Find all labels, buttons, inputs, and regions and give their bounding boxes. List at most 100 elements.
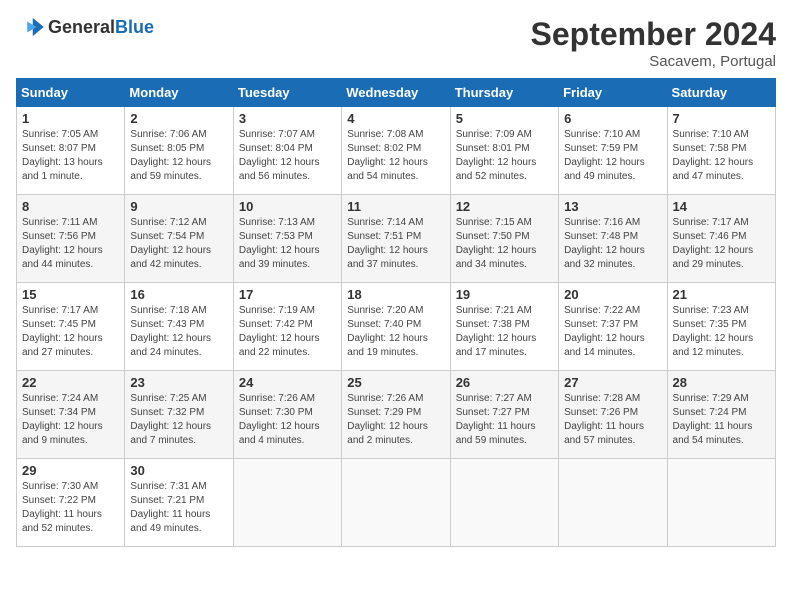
month-year-title: September 2024 — [531, 16, 776, 53]
day-number: 21 — [673, 287, 770, 302]
day-info: Sunrise: 7:15 AMSunset: 7:50 PMDaylight:… — [456, 217, 537, 270]
day-info: Sunrise: 7:07 AMSunset: 8:04 PMDaylight:… — [239, 129, 320, 182]
calendar-cell: 25 Sunrise: 7:26 AMSunset: 7:29 PMDaylig… — [342, 371, 450, 459]
logo-icon — [16, 16, 44, 38]
day-info: Sunrise: 7:22 AMSunset: 7:37 PMDaylight:… — [564, 305, 645, 358]
calendar-cell: 20 Sunrise: 7:22 AMSunset: 7:37 PMDaylig… — [559, 283, 667, 371]
day-info: Sunrise: 7:17 AMSunset: 7:45 PMDaylight:… — [22, 305, 103, 358]
header: GeneralBlue September 2024 Sacavem, Port… — [16, 16, 776, 70]
calendar-cell — [233, 459, 341, 547]
day-number: 16 — [130, 287, 227, 302]
day-info: Sunrise: 7:23 AMSunset: 7:35 PMDaylight:… — [673, 305, 754, 358]
calendar-cell — [342, 459, 450, 547]
day-number: 4 — [347, 111, 444, 126]
col-header-tuesday: Tuesday — [233, 79, 341, 107]
calendar-cell: 28 Sunrise: 7:29 AMSunset: 7:24 PMDaylig… — [667, 371, 775, 459]
calendar-cell: 9 Sunrise: 7:12 AMSunset: 7:54 PMDayligh… — [125, 195, 233, 283]
day-info: Sunrise: 7:17 AMSunset: 7:46 PMDaylight:… — [673, 217, 754, 270]
day-number: 7 — [673, 111, 770, 126]
day-info: Sunrise: 7:21 AMSunset: 7:38 PMDaylight:… — [456, 305, 537, 358]
day-info: Sunrise: 7:12 AMSunset: 7:54 PMDaylight:… — [130, 217, 211, 270]
day-number: 24 — [239, 375, 336, 390]
calendar-cell: 3 Sunrise: 7:07 AMSunset: 8:04 PMDayligh… — [233, 107, 341, 195]
calendar-header-row: SundayMondayTuesdayWednesdayThursdayFrid… — [17, 79, 776, 107]
day-info: Sunrise: 7:29 AMSunset: 7:24 PMDaylight:… — [673, 393, 753, 446]
calendar-week-row: 15 Sunrise: 7:17 AMSunset: 7:45 PMDaylig… — [17, 283, 776, 371]
day-number: 25 — [347, 375, 444, 390]
col-header-monday: Monday — [125, 79, 233, 107]
day-number: 19 — [456, 287, 553, 302]
calendar-cell: 10 Sunrise: 7:13 AMSunset: 7:53 PMDaylig… — [233, 195, 341, 283]
col-header-thursday: Thursday — [450, 79, 558, 107]
calendar-cell — [559, 459, 667, 547]
day-number: 12 — [456, 199, 553, 214]
calendar-cell: 8 Sunrise: 7:11 AMSunset: 7:56 PMDayligh… — [17, 195, 125, 283]
calendar-cell: 23 Sunrise: 7:25 AMSunset: 7:32 PMDaylig… — [125, 371, 233, 459]
day-number: 29 — [22, 463, 119, 478]
calendar-body: 1 Sunrise: 7:05 AMSunset: 8:07 PMDayligh… — [17, 107, 776, 547]
day-info: Sunrise: 7:06 AMSunset: 8:05 PMDaylight:… — [130, 129, 211, 182]
day-number: 2 — [130, 111, 227, 126]
day-info: Sunrise: 7:19 AMSunset: 7:42 PMDaylight:… — [239, 305, 320, 358]
day-number: 30 — [130, 463, 227, 478]
calendar-week-row: 29 Sunrise: 7:30 AMSunset: 7:22 PMDaylig… — [17, 459, 776, 547]
day-info: Sunrise: 7:08 AMSunset: 8:02 PMDaylight:… — [347, 129, 428, 182]
calendar-cell — [450, 459, 558, 547]
day-info: Sunrise: 7:16 AMSunset: 7:48 PMDaylight:… — [564, 217, 645, 270]
day-info: Sunrise: 7:30 AMSunset: 7:22 PMDaylight:… — [22, 481, 102, 534]
calendar-cell: 7 Sunrise: 7:10 AMSunset: 7:58 PMDayligh… — [667, 107, 775, 195]
day-info: Sunrise: 7:26 AMSunset: 7:30 PMDaylight:… — [239, 393, 320, 446]
calendar-cell: 24 Sunrise: 7:26 AMSunset: 7:30 PMDaylig… — [233, 371, 341, 459]
day-number: 10 — [239, 199, 336, 214]
day-number: 26 — [456, 375, 553, 390]
calendar-cell: 2 Sunrise: 7:06 AMSunset: 8:05 PMDayligh… — [125, 107, 233, 195]
day-number: 18 — [347, 287, 444, 302]
day-number: 3 — [239, 111, 336, 126]
day-number: 27 — [564, 375, 661, 390]
calendar-cell: 21 Sunrise: 7:23 AMSunset: 7:35 PMDaylig… — [667, 283, 775, 371]
calendar-week-row: 1 Sunrise: 7:05 AMSunset: 8:07 PMDayligh… — [17, 107, 776, 195]
day-info: Sunrise: 7:05 AMSunset: 8:07 PMDaylight:… — [22, 129, 103, 182]
calendar-cell: 17 Sunrise: 7:19 AMSunset: 7:42 PMDaylig… — [233, 283, 341, 371]
calendar-cell: 5 Sunrise: 7:09 AMSunset: 8:01 PMDayligh… — [450, 107, 558, 195]
day-info: Sunrise: 7:14 AMSunset: 7:51 PMDaylight:… — [347, 217, 428, 270]
calendar-cell: 30 Sunrise: 7:31 AMSunset: 7:21 PMDaylig… — [125, 459, 233, 547]
day-number: 1 — [22, 111, 119, 126]
day-info: Sunrise: 7:10 AMSunset: 7:58 PMDaylight:… — [673, 129, 754, 182]
calendar-week-row: 22 Sunrise: 7:24 AMSunset: 7:34 PMDaylig… — [17, 371, 776, 459]
day-number: 14 — [673, 199, 770, 214]
calendar-week-row: 8 Sunrise: 7:11 AMSunset: 7:56 PMDayligh… — [17, 195, 776, 283]
day-info: Sunrise: 7:10 AMSunset: 7:59 PMDaylight:… — [564, 129, 645, 182]
day-info: Sunrise: 7:24 AMSunset: 7:34 PMDaylight:… — [22, 393, 103, 446]
calendar-cell: 15 Sunrise: 7:17 AMSunset: 7:45 PMDaylig… — [17, 283, 125, 371]
day-number: 22 — [22, 375, 119, 390]
calendar-cell: 26 Sunrise: 7:27 AMSunset: 7:27 PMDaylig… — [450, 371, 558, 459]
day-number: 23 — [130, 375, 227, 390]
day-number: 5 — [456, 111, 553, 126]
title-block: September 2024 Sacavem, Portugal — [531, 16, 776, 70]
calendar-cell: 19 Sunrise: 7:21 AMSunset: 7:38 PMDaylig… — [450, 283, 558, 371]
day-info: Sunrise: 7:18 AMSunset: 7:43 PMDaylight:… — [130, 305, 211, 358]
calendar-cell: 13 Sunrise: 7:16 AMSunset: 7:48 PMDaylig… — [559, 195, 667, 283]
day-number: 17 — [239, 287, 336, 302]
day-info: Sunrise: 7:25 AMSunset: 7:32 PMDaylight:… — [130, 393, 211, 446]
day-number: 13 — [564, 199, 661, 214]
logo-text-blue: Blue — [115, 17, 154, 37]
col-header-wednesday: Wednesday — [342, 79, 450, 107]
day-info: Sunrise: 7:11 AMSunset: 7:56 PMDaylight:… — [22, 217, 103, 270]
calendar-cell: 22 Sunrise: 7:24 AMSunset: 7:34 PMDaylig… — [17, 371, 125, 459]
calendar-cell: 6 Sunrise: 7:10 AMSunset: 7:59 PMDayligh… — [559, 107, 667, 195]
calendar-cell: 18 Sunrise: 7:20 AMSunset: 7:40 PMDaylig… — [342, 283, 450, 371]
col-header-saturday: Saturday — [667, 79, 775, 107]
day-info: Sunrise: 7:28 AMSunset: 7:26 PMDaylight:… — [564, 393, 644, 446]
logo: GeneralBlue — [16, 16, 154, 38]
calendar-cell: 12 Sunrise: 7:15 AMSunset: 7:50 PMDaylig… — [450, 195, 558, 283]
day-number: 6 — [564, 111, 661, 126]
calendar-cell: 16 Sunrise: 7:18 AMSunset: 7:43 PMDaylig… — [125, 283, 233, 371]
calendar-cell: 1 Sunrise: 7:05 AMSunset: 8:07 PMDayligh… — [17, 107, 125, 195]
day-info: Sunrise: 7:13 AMSunset: 7:53 PMDaylight:… — [239, 217, 320, 270]
day-number: 9 — [130, 199, 227, 214]
day-number: 8 — [22, 199, 119, 214]
day-info: Sunrise: 7:20 AMSunset: 7:40 PMDaylight:… — [347, 305, 428, 358]
col-header-sunday: Sunday — [17, 79, 125, 107]
